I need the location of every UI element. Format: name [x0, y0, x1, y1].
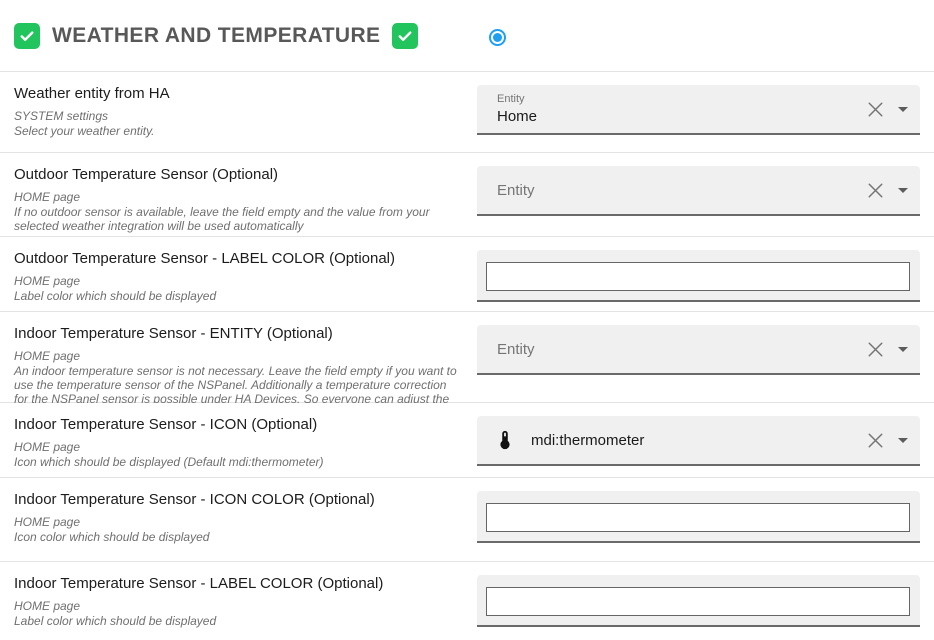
indoor-icon-select[interactable]: mdi:thermometer [477, 416, 920, 466]
select-value: mdi:thermometer [531, 432, 644, 449]
indoor-entity-select[interactable]: Entity [477, 325, 920, 375]
setting-description: Icon color which should be displayed [14, 530, 462, 544]
clear-icon[interactable] [868, 433, 883, 448]
section-title: WEATHER AND TEMPERATURE [52, 24, 380, 48]
indoor-icon-color-input[interactable] [486, 503, 910, 532]
select-placeholder: Entity [497, 182, 868, 199]
select-label: Entity [497, 93, 868, 106]
chevron-down-icon[interactable] [898, 107, 908, 112]
setting-row-weather-entity: Weather entity from HA SYSTEM settings S… [0, 72, 934, 153]
clear-icon[interactable] [868, 102, 883, 117]
setting-category: SYSTEM settings [14, 109, 462, 123]
section-confirm-checkbox[interactable] [392, 23, 418, 49]
color-input-wrap [477, 250, 920, 302]
setting-title: Indoor Temperature Sensor - ENTITY (Opti… [14, 324, 462, 343]
setting-title: Weather entity from HA [14, 84, 462, 103]
setting-category: HOME page [14, 599, 462, 613]
setting-description: If no outdoor sensor is available, leave… [14, 205, 462, 233]
outdoor-label-color-input[interactable] [486, 262, 910, 291]
setting-row-indoor-icon: Indoor Temperature Sensor - ICON (Option… [0, 403, 934, 478]
check-icon [18, 27, 36, 45]
section-radio[interactable] [489, 29, 506, 46]
select-value: Home [497, 108, 868, 126]
setting-title: Outdoor Temperature Sensor (Optional) [14, 165, 462, 184]
check-icon [396, 27, 414, 45]
setting-category: HOME page [14, 190, 462, 204]
setting-row-indoor-label-color: Indoor Temperature Sensor - LABEL COLOR … [0, 562, 934, 640]
setting-row-indoor-entity: Indoor Temperature Sensor - ENTITY (Opti… [0, 312, 934, 403]
select-placeholder: Entity [497, 341, 868, 358]
setting-description: Label color which should be displayed [14, 614, 462, 628]
chevron-down-icon[interactable] [898, 188, 908, 193]
radio-dot [493, 33, 502, 42]
section-enable-checkbox[interactable] [14, 23, 40, 49]
setting-title: Indoor Temperature Sensor - ICON (Option… [14, 415, 462, 434]
setting-title: Indoor Temperature Sensor - LABEL COLOR … [14, 574, 462, 593]
setting-row-outdoor-label-color: Outdoor Temperature Sensor - LABEL COLOR… [0, 237, 934, 312]
outdoor-entity-select[interactable]: Entity [477, 166, 920, 216]
setting-category: HOME page [14, 349, 462, 363]
clear-icon[interactable] [868, 183, 883, 198]
setting-row-outdoor-sensor: Outdoor Temperature Sensor (Optional) HO… [0, 153, 934, 237]
color-input-wrap [477, 491, 920, 543]
section-header: WEATHER AND TEMPERATURE [0, 0, 934, 72]
setting-row-indoor-icon-color: Indoor Temperature Sensor - ICON COLOR (… [0, 478, 934, 562]
setting-description: Icon which should be displayed (Default … [14, 455, 462, 469]
setting-title: Outdoor Temperature Sensor - LABEL COLOR… [14, 249, 462, 268]
weather-settings-page: WEATHER AND TEMPERATURE Weather entity f… [0, 0, 934, 640]
weather-entity-select[interactable]: Entity Home [477, 85, 920, 135]
chevron-down-icon[interactable] [898, 347, 908, 352]
color-input-wrap [477, 575, 920, 627]
setting-category: HOME page [14, 515, 462, 529]
setting-description: Label color which should be displayed [14, 289, 462, 303]
chevron-down-icon[interactable] [898, 438, 908, 443]
setting-description: Select your weather entity. [14, 124, 462, 138]
thermometer-icon [494, 429, 516, 451]
setting-category: HOME page [14, 274, 462, 288]
clear-icon[interactable] [868, 342, 883, 357]
indoor-label-color-input[interactable] [486, 587, 910, 616]
setting-title: Indoor Temperature Sensor - ICON COLOR (… [14, 490, 462, 509]
setting-category: HOME page [14, 440, 462, 454]
